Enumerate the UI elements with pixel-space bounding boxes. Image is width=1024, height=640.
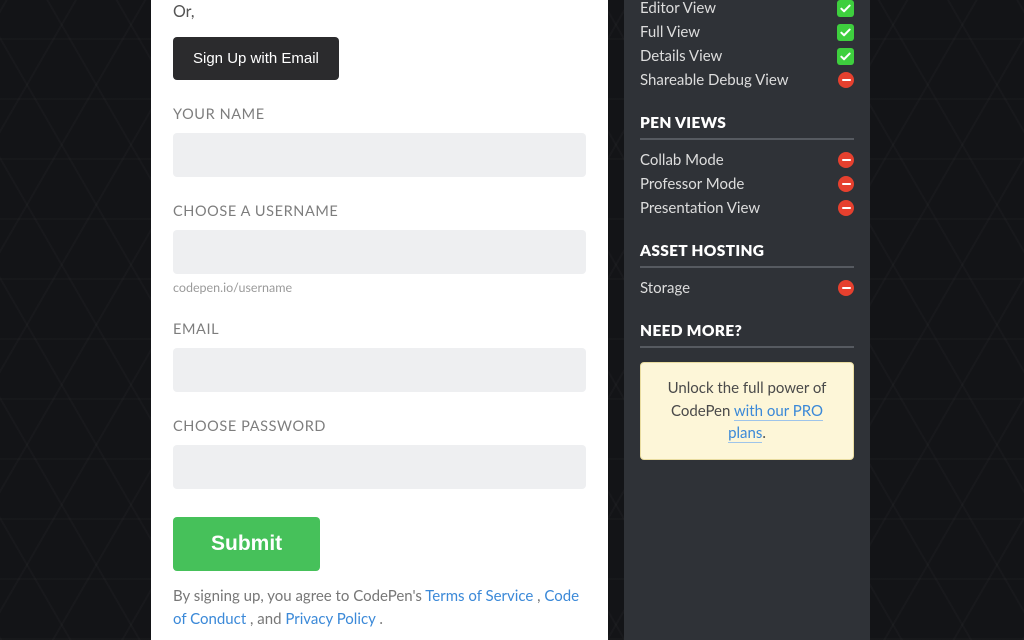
your-name-input[interactable] (173, 133, 586, 177)
your-name-label: YOUR NAME (173, 106, 586, 123)
feature-label: Storage (640, 279, 690, 297)
password-input[interactable] (173, 445, 586, 489)
feature-row: Presentation View (640, 196, 854, 220)
feature-label: Editor View (640, 0, 716, 17)
feature-label: Collab Mode (640, 151, 724, 169)
username-label: CHOOSE A USERNAME (173, 203, 586, 220)
features-sidebar: Editor View Full View Details View Shareabl… (624, 0, 870, 640)
minus-icon (838, 152, 854, 168)
username-input[interactable] (173, 230, 586, 274)
feature-row: Full View (640, 20, 854, 44)
username-hint: codepen.io/username (173, 280, 586, 295)
feature-row: Storage (640, 276, 854, 300)
minus-icon (838, 280, 854, 296)
feature-row: Professor Mode (640, 172, 854, 196)
or-label: Or, (173, 2, 586, 21)
need-more-title: NEED MORE? (640, 322, 854, 348)
feature-row: Editor View (640, 0, 854, 20)
privacy-policy-link[interactable]: Privacy Policy (285, 610, 375, 628)
minus-icon (838, 72, 854, 88)
feature-label: Details View (640, 47, 722, 65)
check-icon (837, 48, 854, 65)
feature-label: Presentation View (640, 199, 760, 217)
feature-row: Shareable Debug View (640, 68, 854, 92)
check-icon (837, 0, 854, 17)
section-title: ASSET HOSTING (640, 242, 854, 268)
promo-suffix: . (762, 424, 766, 442)
terms-of-service-link[interactable]: Terms of Service (425, 587, 533, 605)
pro-plans-link[interactable]: with our PRO plans (728, 402, 823, 444)
minus-icon (838, 176, 854, 192)
minus-icon (838, 200, 854, 216)
feature-label: Full View (640, 23, 700, 41)
email-input[interactable] (173, 348, 586, 392)
section-title: PEN VIEWS (640, 114, 854, 140)
feature-label: Professor Mode (640, 175, 744, 193)
agree-text: By signing up, you agree to CodePen's Te… (173, 585, 586, 630)
pro-promo-box: Unlock the full power of CodePen with ou… (640, 362, 854, 460)
signup-with-email-button[interactable]: Sign Up with Email (173, 37, 339, 80)
signup-card: Or, Sign Up with Email YOUR NAME CHOOSE … (151, 0, 608, 640)
feature-row: Details View (640, 44, 854, 68)
feature-row: Collab Mode (640, 148, 854, 172)
email-label: EMAIL (173, 321, 586, 338)
password-label: CHOOSE PASSWORD (173, 418, 586, 435)
feature-label: Shareable Debug View (640, 71, 789, 89)
check-icon (837, 24, 854, 41)
submit-button[interactable]: Submit (173, 517, 320, 571)
agree-prefix: By signing up, you agree to CodePen's (173, 587, 425, 605)
